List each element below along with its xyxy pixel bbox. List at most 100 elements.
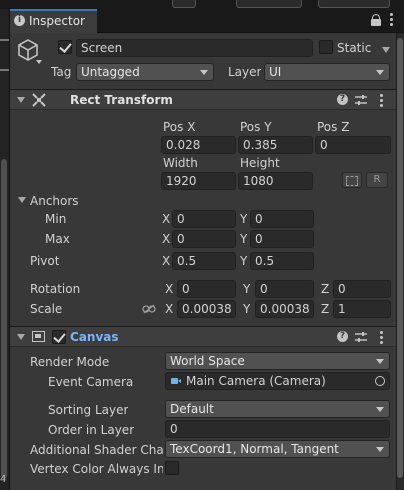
- active-checkbox[interactable]: [58, 40, 72, 54]
- canvas-icon: [32, 331, 45, 342]
- pivot-y-field[interactable]: 0.5: [250, 252, 314, 270]
- min-y-label: Y: [240, 212, 248, 226]
- canvas-enabled-checkbox[interactable]: [52, 330, 66, 344]
- gameobject-name-field[interactable]: Screen: [76, 39, 313, 57]
- gameobject-cube-icon[interactable]: [17, 38, 43, 66]
- event-camera-value: Main Camera (Camera): [186, 374, 326, 388]
- layer-dropdown[interactable]: UI: [264, 63, 390, 81]
- width-field[interactable]: 1920: [161, 172, 236, 190]
- rect-transform-title: Rect Transform: [70, 93, 173, 107]
- left-panel-edge: 4: [0, 9, 10, 490]
- max-y-label: Y: [240, 232, 248, 246]
- rot-x-field[interactable]: 0: [177, 280, 236, 298]
- rot-z-field[interactable]: 0: [333, 280, 391, 298]
- rotation-label: Rotation: [30, 282, 81, 296]
- tag-dropdown[interactable]: Untagged: [76, 63, 214, 81]
- min-x-label: X: [162, 212, 171, 226]
- toolbar-button[interactable]: [172, 0, 196, 8]
- event-camera-field[interactable]: Main Camera (Camera): [165, 372, 390, 390]
- pivot-x-field[interactable]: 0.5: [172, 252, 236, 270]
- max-label: Max: [45, 232, 70, 246]
- tab-inspector-label: Inspector: [29, 14, 85, 28]
- anchor-presets-icon[interactable]: [17, 112, 43, 140]
- rot-y-field[interactable]: 0: [255, 280, 314, 298]
- scale-label: Scale: [30, 302, 63, 316]
- order-in-layer-field[interactable]: 0: [165, 420, 390, 438]
- pos-z-field[interactable]: 0: [315, 136, 391, 154]
- height-field[interactable]: 1080: [238, 172, 313, 190]
- width-label: Width: [163, 156, 198, 170]
- divider: [0, 69, 9, 71]
- rot-x-label: X: [165, 282, 174, 296]
- pos-y-field[interactable]: 0.385: [238, 136, 313, 154]
- min-x-field[interactable]: 0: [172, 210, 236, 228]
- raw-edit-button[interactable]: R: [366, 172, 388, 188]
- rot-y-label: Y: [243, 282, 251, 296]
- toolbar-dropdown[interactable]: [318, 0, 390, 8]
- shader-channels-value: TexCoord1, Normal, Tangent: [170, 442, 339, 456]
- anchors-label: Anchors: [30, 194, 79, 208]
- pos-x-label: Pos X: [163, 120, 196, 134]
- scale-z-field[interactable]: 1: [333, 300, 391, 318]
- foldout-arrow-icon[interactable]: [17, 334, 25, 340]
- sorting-layer-dropdown[interactable]: Default: [165, 400, 390, 418]
- inspector-scrollbar-thumb[interactable]: [397, 38, 403, 478]
- preset-sliders-icon[interactable]: [355, 94, 367, 106]
- min-y-field[interactable]: 0: [250, 210, 314, 228]
- toolbar-dropdown[interactable]: [236, 0, 302, 8]
- divider: [0, 39, 9, 41]
- scale-x-field[interactable]: 0.00038: [177, 300, 236, 318]
- preset-sliders-icon[interactable]: [355, 331, 367, 343]
- static-dropdown-arrow[interactable]: [382, 47, 390, 53]
- pivot-y-label: Y: [240, 254, 248, 268]
- shader-channels-label: Additional Shader Chan: [30, 443, 163, 457]
- rect-transform-icon: [32, 93, 46, 107]
- top-toolbar-strip: [0, 0, 404, 9]
- pivot-x-label: X: [162, 254, 171, 268]
- tag-value: Untagged: [81, 65, 140, 79]
- height-label: Height: [240, 156, 280, 170]
- info-icon: i: [14, 15, 25, 26]
- pos-z-label: Pos Z: [317, 120, 350, 134]
- render-mode-value: World Space: [170, 354, 245, 368]
- tag-label: Tag: [51, 65, 72, 79]
- max-x-field[interactable]: 0: [172, 230, 236, 248]
- rect-transform-header[interactable]: Rect Transform ?: [10, 89, 396, 110]
- component-menu-icon[interactable]: [380, 331, 383, 346]
- help-icon[interactable]: ?: [337, 331, 348, 342]
- left-number: 4: [0, 474, 7, 485]
- canvas-header[interactable]: Canvas ?: [10, 326, 396, 347]
- tab-inspector[interactable]: i Inspector: [10, 9, 97, 34]
- static-checkbox[interactable]: [319, 40, 333, 54]
- help-icon[interactable]: ?: [337, 94, 348, 105]
- pos-x-field[interactable]: 0.028: [161, 136, 236, 154]
- foldout-arrow-icon[interactable]: [17, 97, 25, 103]
- camera-icon: [171, 378, 178, 384]
- anchors-foldout-icon[interactable]: [18, 197, 26, 203]
- static-label: Static: [337, 41, 372, 55]
- vertex-color-checkbox[interactable]: [165, 461, 179, 475]
- lock-icon-body: [371, 19, 381, 26]
- constrain-proportions-link-icon[interactable]: [142, 303, 156, 314]
- scale-y-field[interactable]: 0.00038: [255, 300, 314, 318]
- blueprint-mode-button[interactable]: [342, 172, 362, 188]
- event-camera-label: Event Camera: [48, 375, 134, 389]
- shader-channels-dropdown[interactable]: TexCoord1, Normal, Tangent: [165, 440, 390, 458]
- vertex-color-label: Vertex Color Always In G: [30, 462, 163, 476]
- max-x-label: X: [162, 232, 171, 246]
- scale-x-label: X: [165, 302, 174, 316]
- max-y-field[interactable]: 0: [250, 230, 314, 248]
- render-mode-dropdown[interactable]: World Space: [165, 352, 390, 370]
- rot-z-label: Z: [321, 282, 330, 296]
- sorting-layer-label: Sorting Layer: [48, 403, 129, 417]
- object-picker-icon[interactable]: [375, 376, 385, 386]
- layer-label: Layer: [228, 65, 262, 79]
- pivot-label: Pivot: [30, 254, 60, 268]
- left-scrollbar[interactable]: [1, 159, 7, 479]
- min-label: Min: [45, 212, 67, 226]
- scale-z-label: Z: [321, 302, 330, 316]
- component-menu-icon[interactable]: [380, 94, 383, 109]
- blueprint-icon: [346, 176, 358, 186]
- kebab-menu-icon[interactable]: [390, 13, 393, 28]
- render-mode-label: Render Mode: [30, 355, 110, 369]
